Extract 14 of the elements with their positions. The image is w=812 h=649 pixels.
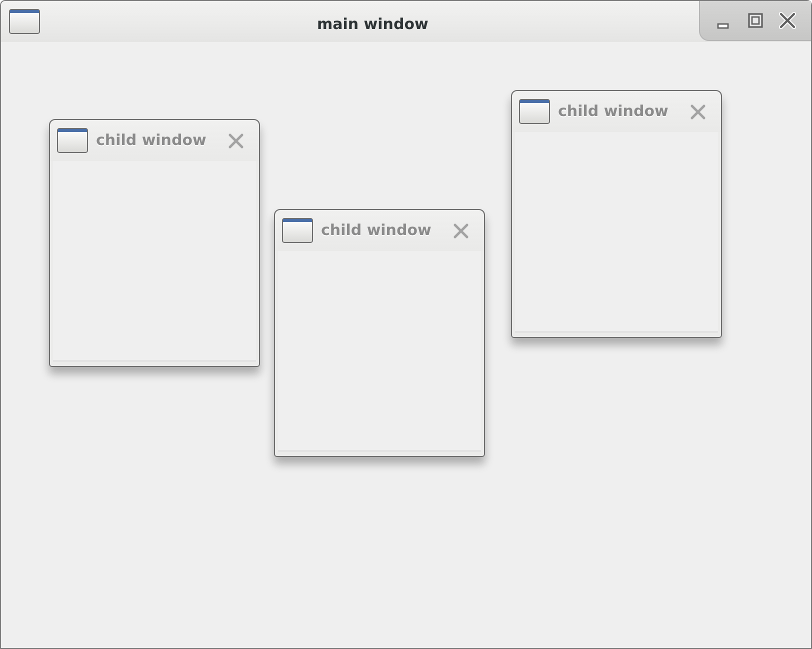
- window-icon: [519, 99, 550, 124]
- window-icon: [282, 218, 313, 243]
- close-icon: [778, 12, 796, 29]
- close-icon: [228, 132, 244, 148]
- child-window-title: child window: [558, 101, 668, 122]
- close-icon: [453, 222, 469, 238]
- close-icon: [690, 104, 706, 120]
- minimize-icon: [717, 22, 729, 28]
- maximize-icon: [748, 13, 762, 28]
- child-window-title: child window: [96, 130, 206, 152]
- window-icon: [9, 9, 40, 34]
- child-window-title: child window: [321, 220, 432, 242]
- window-icon: [57, 128, 88, 153]
- window-title: main window: [317, 14, 428, 35]
